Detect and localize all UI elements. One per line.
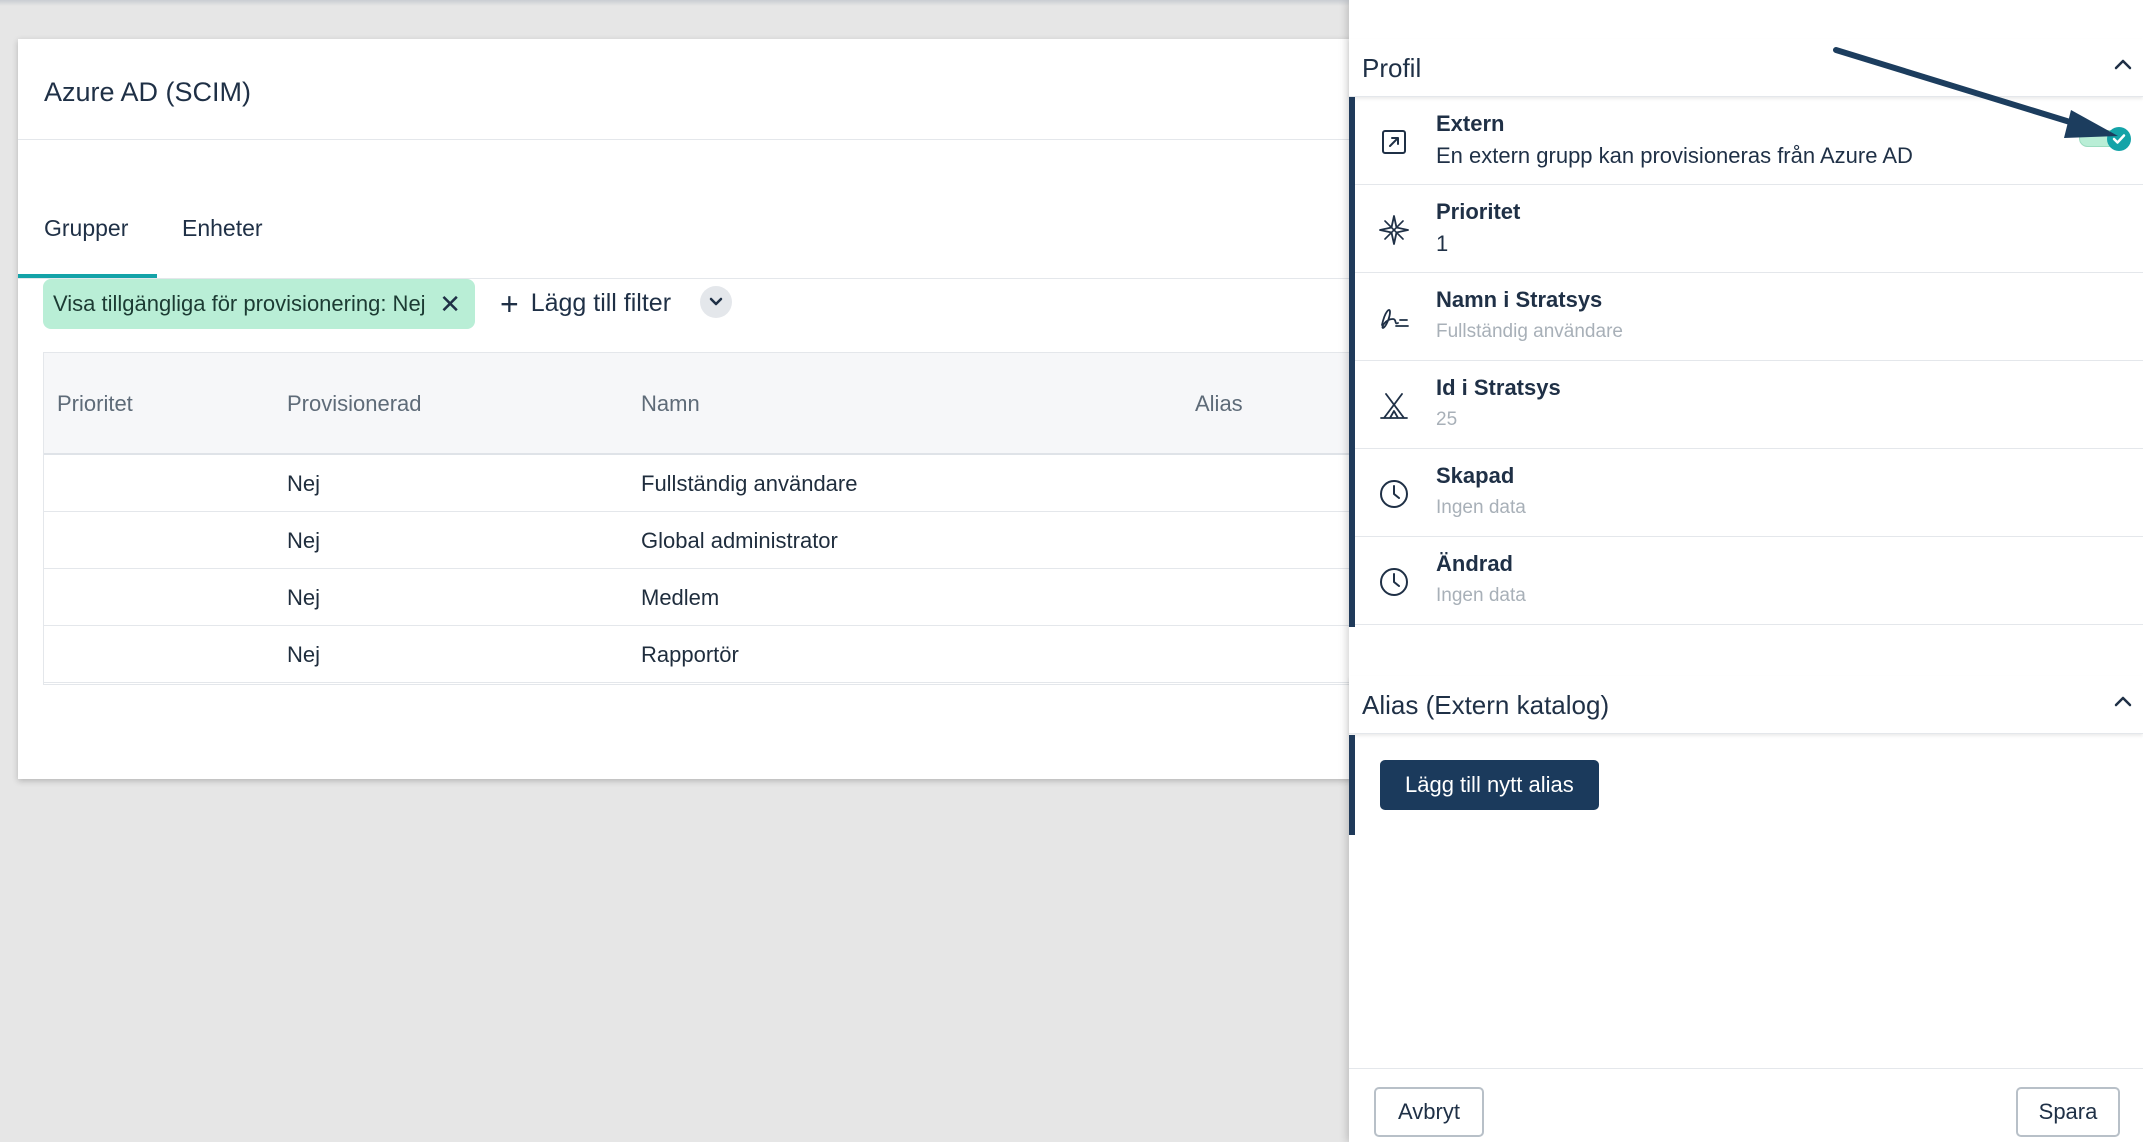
profile-label: Ändrad (1436, 551, 1513, 576)
profile-label: Prioritet (1436, 199, 1521, 224)
column-header-name[interactable]: Namn (641, 391, 700, 417)
clock-icon (1380, 480, 1408, 508)
add-alias-button[interactable]: Lägg till nytt alias (1380, 760, 1599, 810)
annotation-arrow-icon (1833, 47, 2118, 138)
group-detail-panel: Profil Extern En extern grupp kan provis… (1349, 0, 2143, 1142)
table-row[interactable]: Nej Rapportör (44, 626, 1353, 683)
chevron-down-icon (709, 297, 723, 306)
cell-provisioned: Nej (287, 642, 321, 667)
cell-name: Medlem (641, 585, 720, 610)
profile-list: Extern En extern grupp kan provisioneras… (1349, 97, 2143, 627)
panel-footer: Avbryt Spara (1349, 1068, 2143, 1142)
profile-row-priority: Prioritet 1 (1355, 185, 2143, 273)
alias-section-body: Lägg till nytt alias (1349, 735, 2143, 835)
profile-row-name-in-stratsys: Namn i Stratsys Fullständig användare (1355, 273, 2143, 361)
filter-chip-label: Visa tillgängliga för provisionering: Ne… (53, 291, 426, 316)
tab-units[interactable]: Enheter (182, 215, 263, 242)
sparkle-icon (1379, 215, 1409, 245)
alias-section-header[interactable]: Alias (Extern katalog) (1349, 676, 2143, 734)
tent-icon (1380, 393, 1408, 419)
profile-label: Namn i Stratsys (1436, 287, 1603, 312)
column-header-priority[interactable]: Prioritet (57, 391, 133, 417)
card-title: Azure AD (SCIM) (44, 77, 252, 107)
profile-value: 1 (1436, 231, 1449, 256)
top-shadow (0, 0, 1349, 6)
column-header-provisioned[interactable]: Provisionerad (287, 391, 422, 417)
filter-dropdown-button[interactable] (700, 286, 732, 318)
cell-name: Fullständig användare (641, 471, 858, 496)
cell-name: Rapportör (641, 642, 739, 667)
profile-label: Id i Stratsys (1436, 375, 1561, 400)
profile-value: Ingen data (1436, 497, 1526, 518)
profile-value: Ingen data (1436, 585, 1526, 606)
profile-value: 25 (1436, 409, 1458, 430)
signature-icon (1381, 309, 1409, 329)
cell-provisioned: Nej (287, 585, 321, 610)
clock-icon (1380, 568, 1408, 596)
profile-label: Extern (1436, 111, 1505, 136)
chevron-up-icon[interactable] (2113, 694, 2133, 708)
plus-icon: + (500, 285, 519, 322)
active-tab-indicator (18, 274, 157, 278)
table-row[interactable]: Nej Medlem (44, 569, 1353, 626)
profile-row-id-in-stratsys: Id i Stratsys 25 (1355, 361, 2143, 449)
cell-provisioned: Nej (287, 471, 321, 496)
cell-provisioned: Nej (287, 528, 321, 553)
table-row[interactable]: Nej Global administrator (44, 512, 1353, 569)
filter-chip[interactable]: Visa tillgängliga för provisionering: Ne… (43, 279, 475, 329)
table-row[interactable]: Nej Fullständig användare (44, 455, 1353, 512)
profile-section-title: Profil (1362, 53, 1422, 83)
add-filter-label: Lägg till filter (530, 289, 672, 317)
tab-bar: Grupper Enheter (18, 139, 1353, 279)
tab-groups[interactable]: Grupper (44, 215, 128, 242)
profile-label: Skapad (1436, 463, 1515, 488)
close-icon[interactable]: ✕ (439, 289, 461, 320)
cell-name: Global administrator (641, 528, 838, 553)
profile-row-modified: Ändrad Ingen data (1355, 537, 2143, 625)
column-header-alias[interactable]: Alias (1195, 391, 1243, 417)
profile-value: Fullständig användare (1436, 321, 1623, 342)
external-link-icon (1382, 130, 1406, 154)
table-header: Prioritet Provisionerad Namn Alias P (44, 353, 1373, 455)
provider-card: Azure AD (SCIM) Grupper Enheter Visa til… (18, 39, 1373, 779)
groups-table: Prioritet Provisionerad Namn Alias P Nej… (43, 352, 1373, 685)
profile-row-created: Skapad Ingen data (1355, 449, 2143, 537)
add-filter-button[interactable]: + Lägg till filter (500, 285, 672, 322)
save-button[interactable]: Spara (2016, 1087, 2120, 1137)
alias-section-title: Alias (Extern katalog) (1362, 690, 1610, 720)
cancel-button[interactable]: Avbryt (1374, 1087, 1484, 1137)
